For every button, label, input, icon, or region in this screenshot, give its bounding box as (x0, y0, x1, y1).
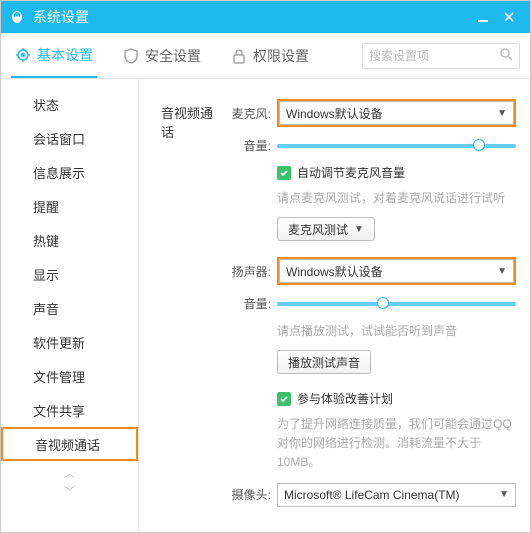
caret-down-icon: ▼ (497, 266, 507, 277)
sidebar-item-filemgmt[interactable]: 文件管理 (1, 359, 138, 393)
volume-label: 音量: (223, 295, 271, 312)
speaker-volume-slider[interactable] (277, 302, 516, 306)
sidebar-item-label: 音视频通话 (35, 435, 100, 454)
sidebar-item-label: 文件共享 (33, 401, 85, 420)
tab-permission[interactable]: 权限设置 (227, 33, 313, 78)
mic-test-button[interactable]: 麦克风测试 ▼ (277, 217, 375, 241)
sidebar-item-label: 会话窗口 (33, 129, 85, 148)
camera-label: 摄像头: (223, 486, 271, 503)
av-group: 音视频通话 麦克风: Windows默认设备 ▼ 音量: (161, 99, 516, 517)
mic-volume-slider[interactable] (277, 144, 516, 148)
minimize-button[interactable] (470, 1, 496, 33)
sidebar-nav: ︿ ﹀ (1, 461, 138, 499)
tab-security[interactable]: 安全设置 (119, 33, 205, 78)
sidebar-item-infodisplay[interactable]: 信息展示 (1, 155, 138, 189)
gear-icon (15, 47, 31, 63)
improve-hint: 为了提升网络连接质量，我们可能会通过QQ对你的网络进行检测。消耗流量不大于10M… (277, 415, 516, 473)
slider-thumb[interactable] (473, 139, 485, 151)
auto-adjust-checkbox[interactable] (277, 166, 291, 180)
improve-checkbox[interactable] (277, 392, 291, 406)
auto-adjust-row: 自动调节麦克风音量 (277, 164, 516, 181)
sidebar-item-avcall[interactable]: 音视频通话 (1, 427, 138, 461)
sidebar-item-hotkey[interactable]: 热键 (1, 223, 138, 257)
sidebar-item-fileshare[interactable]: 文件共享 (1, 393, 138, 427)
sidebar-item-chatwindow[interactable]: 会话窗口 (1, 121, 138, 155)
sidebar-item-label: 状态 (33, 95, 59, 114)
sidebar-item-label: 信息展示 (33, 163, 85, 182)
sidebar-item-sound[interactable]: 声音 (1, 291, 138, 325)
mic-select-value: Windows默认设备 (286, 105, 383, 122)
shield-icon (123, 48, 139, 64)
sidebar-item-label: 软件更新 (33, 333, 85, 352)
mic-row: 麦克风: Windows默认设备 ▼ (223, 99, 516, 127)
speaker-select[interactable]: Windows默认设备 ▼ (279, 259, 514, 283)
sidebar-item-label: 热键 (33, 231, 59, 250)
close-button[interactable] (496, 1, 522, 33)
tabs-bar: 基本设置 安全设置 权限设置 (1, 33, 530, 79)
content-panel: 音视频通话 麦克风: Windows默认设备 ▼ 音量: (139, 79, 530, 532)
sidebar: 状态 会话窗口 信息展示 提醒 热键 显示 声音 软件更新 文件管理 文件共享 … (1, 79, 139, 532)
tab-basic-label: 基本设置 (37, 45, 93, 65)
speaker-test-label: 播放测试声音 (288, 354, 360, 371)
mic-test-row: 麦克风测试 ▼ (277, 217, 516, 241)
mic-label: 麦克风: (223, 105, 271, 122)
sidebar-item-label: 提醒 (33, 197, 59, 216)
body: 状态 会话窗口 信息展示 提醒 热键 显示 声音 软件更新 文件管理 文件共享 … (1, 79, 530, 532)
mic-volume-row: 音量: (223, 137, 516, 154)
camera-select-value: Microsoft® LifeCam Cinema(TM) (284, 488, 460, 502)
titlebar: 系统设置 (1, 1, 530, 33)
mic-select-highlight: Windows默认设备 ▼ (277, 99, 516, 127)
speaker-row: 扬声器: Windows默认设备 ▼ (223, 257, 516, 285)
mic-hint: 请点麦克风测试，对着麦克风说话进行试听 (277, 189, 516, 207)
sidebar-item-reminder[interactable]: 提醒 (1, 189, 138, 223)
auto-adjust-label: 自动调节麦克风音量 (297, 164, 405, 181)
sidebar-item-status[interactable]: 状态 (1, 87, 138, 121)
app-logo-icon (9, 9, 25, 25)
speaker-volume-row: 音量: (223, 295, 516, 312)
caret-down-icon: ▼ (497, 108, 507, 119)
caret-down-icon: ▼ (499, 489, 509, 500)
camera-row: 摄像头: Microsoft® LifeCam Cinema(TM) ▼ (223, 483, 516, 507)
tab-security-label: 安全设置 (145, 46, 201, 66)
mic-test-label: 麦克风测试 (288, 221, 348, 238)
mic-select[interactable]: Windows默认设备 ▼ (279, 101, 514, 125)
chevron-up-icon[interactable]: ︿ (64, 465, 75, 481)
sidebar-item-label: 显示 (33, 265, 59, 284)
search-wrap (362, 33, 520, 78)
sidebar-item-display[interactable]: 显示 (1, 257, 138, 291)
lock-icon (231, 48, 247, 64)
search-icon (499, 47, 513, 64)
speaker-select-highlight: Windows默认设备 ▼ (277, 257, 516, 285)
sidebar-item-label: 文件管理 (33, 367, 85, 386)
chevron-down-icon[interactable]: ﹀ (64, 483, 75, 499)
caret-down-icon: ▼ (354, 224, 364, 235)
tab-basic[interactable]: 基本设置 (11, 33, 97, 78)
speaker-hint: 请点播放测试，试试能否听到声音 (277, 322, 516, 340)
speaker-test-button[interactable]: 播放测试声音 (277, 350, 371, 374)
speaker-select-value: Windows默认设备 (286, 263, 383, 280)
settings-window: 系统设置 基本设置 安全设置 权限设置 (0, 0, 531, 533)
tab-permission-label: 权限设置 (253, 46, 309, 66)
sidebar-item-label: 声音 (33, 299, 59, 318)
improve-label: 参与体验改善计划 (297, 390, 393, 407)
speaker-label: 扬声器: (223, 263, 271, 280)
search-input[interactable] (369, 49, 495, 63)
camera-select[interactable]: Microsoft® LifeCam Cinema(TM) ▼ (277, 483, 516, 507)
volume-label: 音量: (223, 137, 271, 154)
speaker-test-row: 播放测试声音 (277, 350, 516, 374)
section-title: 音视频通话 (161, 99, 223, 517)
sidebar-item-update[interactable]: 软件更新 (1, 325, 138, 359)
window-title: 系统设置 (33, 7, 89, 27)
search-box[interactable] (362, 43, 520, 69)
slider-thumb[interactable] (377, 297, 389, 309)
improve-row: 参与体验改善计划 (277, 390, 516, 407)
